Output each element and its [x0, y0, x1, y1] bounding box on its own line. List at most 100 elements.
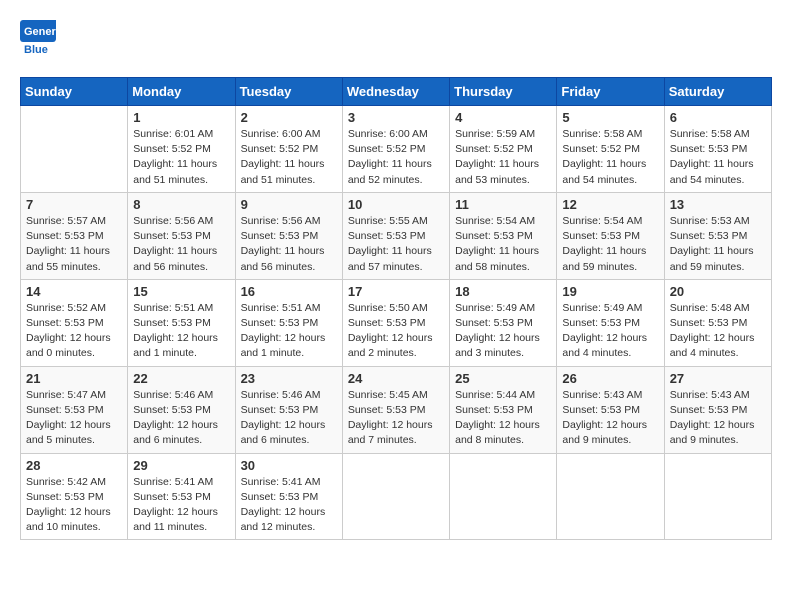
day-info: Sunrise: 5:53 AMSunset: 5:53 PMDaylight:…: [670, 214, 766, 275]
day-number: 7: [26, 197, 122, 212]
calendar-cell: 27 Sunrise: 5:43 AMSunset: 5:53 PMDayligh…: [664, 366, 771, 453]
day-number: 6: [670, 110, 766, 125]
day-info: Sunrise: 5:47 AMSunset: 5:53 PMDaylight:…: [26, 388, 122, 449]
day-number: 22: [133, 371, 229, 386]
day-info: Sunrise: 5:51 AMSunset: 5:53 PMDaylight:…: [133, 301, 229, 362]
day-number: 15: [133, 284, 229, 299]
column-header-saturday: Saturday: [664, 78, 771, 106]
day-number: 5: [562, 110, 658, 125]
column-header-monday: Monday: [128, 78, 235, 106]
calendar-cell: 13 Sunrise: 5:53 AMSunset: 5:53 PMDayligh…: [664, 192, 771, 279]
calendar-cell: 7Sunrise: 5:57 AMSunset: 5:53 PMDaylight…: [21, 192, 128, 279]
day-info: Sunrise: 5:58 AMSunset: 5:53 PMDaylight:…: [670, 127, 766, 188]
logo: General Blue: [20, 20, 56, 61]
day-number: 12: [562, 197, 658, 212]
calendar-cell: 19 Sunrise: 5:49 AMSunset: 5:53 PMDayligh…: [557, 279, 664, 366]
calendar-week-row: 14 Sunrise: 5:52 AMSunset: 5:53 PMDayligh…: [21, 279, 772, 366]
calendar-week-row: 21 Sunrise: 5:47 AMSunset: 5:53 PMDayligh…: [21, 366, 772, 453]
calendar-week-row: 7Sunrise: 5:57 AMSunset: 5:53 PMDaylight…: [21, 192, 772, 279]
calendar-cell: 22 Sunrise: 5:46 AMSunset: 5:53 PMDayligh…: [128, 366, 235, 453]
calendar-week-row: 28Sunrise: 5:42 AMSunset: 5:53 PMDayligh…: [21, 453, 772, 540]
logo-icon: General Blue: [20, 20, 56, 61]
calendar-cell: 24 Sunrise: 5:45 AMSunset: 5:53 PMDayligh…: [342, 366, 449, 453]
day-info: Sunrise: 5:46 AMSunset: 5:53 PMDaylight:…: [133, 388, 229, 449]
calendar-cell: 26Sunrise: 5:43 AMSunset: 5:53 PMDayligh…: [557, 366, 664, 453]
calendar-cell: [557, 453, 664, 540]
day-info: Sunrise: 5:56 AMSunset: 5:53 PMDaylight:…: [241, 214, 337, 275]
day-number: 11: [455, 197, 551, 212]
calendar-cell: 25Sunrise: 5:44 AMSunset: 5:53 PMDayligh…: [450, 366, 557, 453]
day-number: 4: [455, 110, 551, 125]
day-info: Sunrise: 5:43 AMSunset: 5:53 PMDaylight:…: [670, 388, 766, 449]
calendar-cell: 1 Sunrise: 6:01 AMSunset: 5:52 PMDaylight…: [128, 106, 235, 193]
calendar-cell: 21 Sunrise: 5:47 AMSunset: 5:53 PMDayligh…: [21, 366, 128, 453]
day-number: 30: [241, 458, 337, 473]
day-info: Sunrise: 5:41 AMSunset: 5:53 PMDaylight:…: [241, 475, 337, 536]
calendar-cell: 10 Sunrise: 5:55 AMSunset: 5:53 PMDayligh…: [342, 192, 449, 279]
day-info: Sunrise: 5:49 AMSunset: 5:53 PMDaylight:…: [562, 301, 658, 362]
day-number: 20: [670, 284, 766, 299]
day-info: Sunrise: 5:58 AMSunset: 5:52 PMDaylight:…: [562, 127, 658, 188]
day-number: 21: [26, 371, 122, 386]
day-info: Sunrise: 5:50 AMSunset: 5:53 PMDaylight:…: [348, 301, 444, 362]
calendar-cell: 8 Sunrise: 5:56 AMSunset: 5:53 PMDaylight…: [128, 192, 235, 279]
day-info: Sunrise: 6:00 AMSunset: 5:52 PMDaylight:…: [348, 127, 444, 188]
calendar-cell: 9Sunrise: 5:56 AMSunset: 5:53 PMDaylight…: [235, 192, 342, 279]
column-header-thursday: Thursday: [450, 78, 557, 106]
day-info: Sunrise: 5:41 AMSunset: 5:53 PMDaylight:…: [133, 475, 229, 536]
calendar-cell: 2 Sunrise: 6:00 AMSunset: 5:52 PMDaylight…: [235, 106, 342, 193]
day-number: 18: [455, 284, 551, 299]
day-info: Sunrise: 5:43 AMSunset: 5:53 PMDaylight:…: [562, 388, 658, 449]
day-info: Sunrise: 5:54 AMSunset: 5:53 PMDaylight:…: [455, 214, 551, 275]
day-info: Sunrise: 5:45 AMSunset: 5:53 PMDaylight:…: [348, 388, 444, 449]
day-info: Sunrise: 5:56 AMSunset: 5:53 PMDaylight:…: [133, 214, 229, 275]
calendar-cell: 18 Sunrise: 5:49 AMSunset: 5:53 PMDayligh…: [450, 279, 557, 366]
column-header-wednesday: Wednesday: [342, 78, 449, 106]
day-info: Sunrise: 5:52 AMSunset: 5:53 PMDaylight:…: [26, 301, 122, 362]
day-number: 3: [348, 110, 444, 125]
calendar-cell: 20 Sunrise: 5:48 AMSunset: 5:53 PMDayligh…: [664, 279, 771, 366]
calendar-header-row: SundayMondayTuesdayWednesdayThursdayFrid…: [21, 78, 772, 106]
column-header-friday: Friday: [557, 78, 664, 106]
calendar-cell: 15 Sunrise: 5:51 AMSunset: 5:53 PMDayligh…: [128, 279, 235, 366]
day-number: 28: [26, 458, 122, 473]
day-info: Sunrise: 5:48 AMSunset: 5:53 PMDaylight:…: [670, 301, 766, 362]
calendar-cell: 14 Sunrise: 5:52 AMSunset: 5:53 PMDayligh…: [21, 279, 128, 366]
day-info: Sunrise: 5:51 AMSunset: 5:53 PMDaylight:…: [241, 301, 337, 362]
day-number: 19: [562, 284, 658, 299]
calendar-cell: 23 Sunrise: 5:46 AMSunset: 5:53 PMDayligh…: [235, 366, 342, 453]
calendar-cell: 28Sunrise: 5:42 AMSunset: 5:53 PMDayligh…: [21, 453, 128, 540]
calendar-cell: [21, 106, 128, 193]
calendar-cell: 3 Sunrise: 6:00 AMSunset: 5:52 PMDaylight…: [342, 106, 449, 193]
calendar-cell: 30 Sunrise: 5:41 AMSunset: 5:53 PMDayligh…: [235, 453, 342, 540]
calendar-cell: 12 Sunrise: 5:54 AMSunset: 5:53 PMDayligh…: [557, 192, 664, 279]
page-header: General Blue: [20, 20, 772, 61]
calendar-table: SundayMondayTuesdayWednesdayThursdayFrid…: [20, 77, 772, 540]
day-info: Sunrise: 5:54 AMSunset: 5:53 PMDaylight:…: [562, 214, 658, 275]
calendar-cell: [450, 453, 557, 540]
day-info: Sunrise: 6:00 AMSunset: 5:52 PMDaylight:…: [241, 127, 337, 188]
day-info: Sunrise: 5:46 AMSunset: 5:53 PMDaylight:…: [241, 388, 337, 449]
day-info: Sunrise: 5:59 AMSunset: 5:52 PMDaylight:…: [455, 127, 551, 188]
calendar-week-row: 1 Sunrise: 6:01 AMSunset: 5:52 PMDaylight…: [21, 106, 772, 193]
day-number: 8: [133, 197, 229, 212]
day-info: Sunrise: 5:49 AMSunset: 5:53 PMDaylight:…: [455, 301, 551, 362]
day-number: 24: [348, 371, 444, 386]
day-number: 1: [133, 110, 229, 125]
day-number: 29: [133, 458, 229, 473]
svg-text:General: General: [24, 26, 56, 38]
day-number: 2: [241, 110, 337, 125]
day-number: 23: [241, 371, 337, 386]
day-info: Sunrise: 6:01 AMSunset: 5:52 PMDaylight:…: [133, 127, 229, 188]
calendar-cell: 29 Sunrise: 5:41 AMSunset: 5:53 PMDayligh…: [128, 453, 235, 540]
calendar-cell: 16Sunrise: 5:51 AMSunset: 5:53 PMDayligh…: [235, 279, 342, 366]
day-number: 14: [26, 284, 122, 299]
calendar-cell: [664, 453, 771, 540]
day-info: Sunrise: 5:55 AMSunset: 5:53 PMDaylight:…: [348, 214, 444, 275]
day-number: 27: [670, 371, 766, 386]
calendar-cell: [342, 453, 449, 540]
day-info: Sunrise: 5:44 AMSunset: 5:53 PMDaylight:…: [455, 388, 551, 449]
day-number: 10: [348, 197, 444, 212]
column-header-sunday: Sunday: [21, 78, 128, 106]
day-number: 13: [670, 197, 766, 212]
